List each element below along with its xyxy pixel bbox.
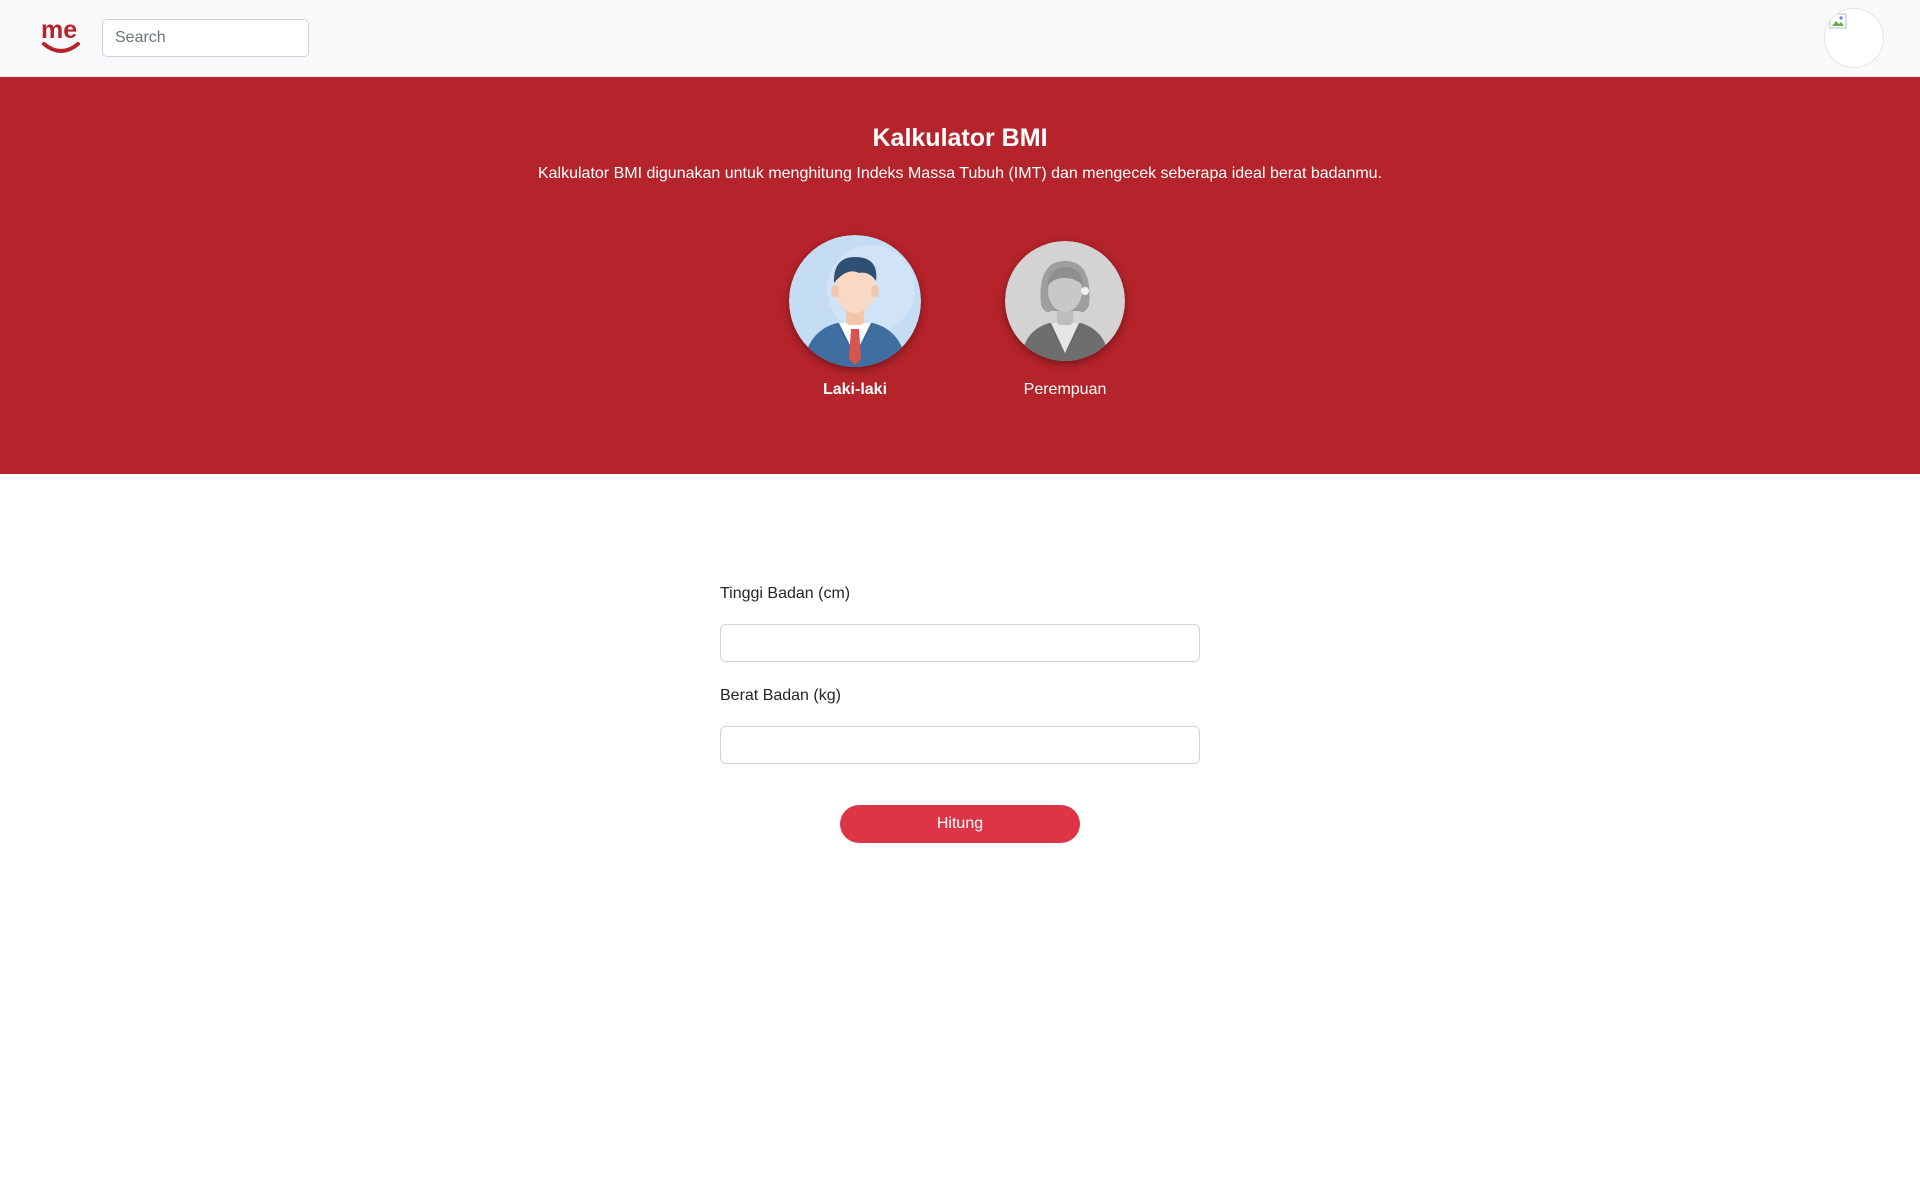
gender-label-female: Perempuan <box>1023 381 1107 398</box>
weight-label: Berat Badan (kg) <box>720 687 841 704</box>
height-input[interactable] <box>720 624 1200 662</box>
page-subtitle: Kalkulator BMI digunakan untuk menghitun… <box>537 165 1383 182</box>
height-field-group: Tinggi Badan (cm) <box>720 585 1200 662</box>
male-avatar-icon <box>789 235 921 367</box>
brand-logo[interactable]: me <box>40 16 82 56</box>
gender-option-female[interactable]: Perempuan <box>985 235 1145 399</box>
weight-input[interactable] <box>720 726 1200 764</box>
brand-logo-icon: me <box>41 16 80 53</box>
calculate-button[interactable]: Hitung <box>840 805 1080 843</box>
brand-text: me <box>41 16 77 44</box>
gender-label-male: Laki-laki <box>822 381 888 398</box>
bmi-form: Tinggi Badan (cm) Berat Badan (kg) Hitun… <box>720 585 1200 843</box>
broken-image-icon <box>1829 13 1847 29</box>
weight-field-group: Berat Badan (kg) <box>720 687 1200 764</box>
female-avatar-icon <box>1005 241 1125 361</box>
gender-option-male[interactable]: Laki-laki <box>775 235 935 399</box>
avatar[interactable] <box>1824 8 1884 68</box>
height-label: Tinggi Badan (cm) <box>720 585 851 602</box>
page-title: Kalkulator BMI <box>872 124 1048 152</box>
hero-banner: Kalkulator BMI Kalkulator BMI digunakan … <box>0 77 1920 474</box>
smile-icon <box>42 42 80 53</box>
navbar: me <box>0 0 1920 77</box>
search-input[interactable] <box>102 19 309 57</box>
